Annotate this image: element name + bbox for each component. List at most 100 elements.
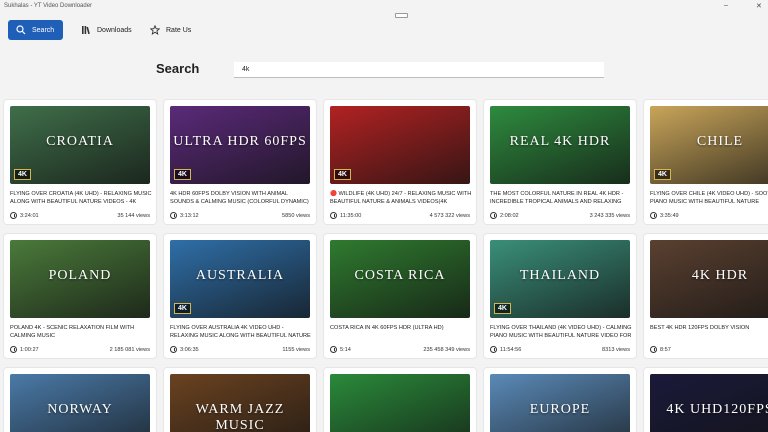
duration-text: 3:13:12 (180, 212, 199, 219)
view-count: 35 144 views (117, 212, 150, 219)
resolution-badge: 4K (334, 169, 351, 180)
duration: 3:13:12 (170, 212, 199, 219)
search-heading: Search (156, 61, 200, 76)
duration: 3:06:35 (170, 346, 199, 353)
clock-icon (490, 346, 497, 353)
thumbnail-label: 4K HDR (691, 268, 749, 283)
video-title: FLYING OVER CROATIA (4K UHD) - RELAXING … (10, 191, 152, 205)
clock-icon (10, 212, 17, 219)
video-card[interactable]: CROATIA 4K FLYING OVER CROATIA (4K UHD) - … (4, 100, 156, 224)
video-card[interactable]: COSTA RICA COSTA RICA IN 4K 60FPS HDR (UL… (324, 234, 476, 358)
video-thumbnail[interactable]: WARM JAZZ MUSIC (170, 374, 310, 432)
video-title: COSTA RICA IN 4K 60FPS HDR (ULTRA HD) (330, 325, 444, 331)
video-card[interactable]: CHILE 4K FLYING OVER CHILE (4K VIDEO UHD) … (644, 100, 768, 224)
video-thumbnail[interactable] (330, 374, 470, 432)
resolution-badge: 4K (174, 303, 191, 314)
video-meta: 1:00:27 2 185 081 views (10, 346, 150, 353)
video-meta: 3:35:49168 (650, 212, 768, 219)
video-card[interactable]: POLAND POLAND 4K - SCENIC RELAXATION FILM… (4, 234, 156, 358)
thumbnail-label: 4K UHD120FPS (666, 402, 768, 417)
video-meta: 3:06:35 1155 views (170, 346, 310, 353)
library-icon (81, 25, 91, 35)
duration-text: 5:14 (340, 346, 351, 353)
nav-rate-button[interactable]: Rate Us (142, 20, 199, 40)
video-thumbnail[interactable]: REAL 4K HDR (490, 106, 630, 184)
video-thumbnail[interactable]: CHILE 4K (650, 106, 768, 184)
duration: 8:57 (650, 346, 671, 353)
nav-search-button[interactable]: Search (8, 20, 63, 40)
thumbnail-label: THAILAND (519, 268, 601, 283)
duration-text: 8:57 (660, 346, 671, 353)
duration: 2:08:02 (490, 212, 519, 219)
video-card[interactable]: ULTRA HDR 60FPS 4K 4K HDR 60FPS DOLBY VISI… (164, 100, 316, 224)
video-thumbnail[interactable]: THAILAND 4K (490, 240, 630, 318)
duration-text: 11:35:00 (340, 212, 362, 219)
video-card[interactable]: NORWAY (4, 368, 156, 432)
video-card[interactable]: THAILAND 4K FLYING OVER THAILAND (4K VIDEO… (484, 234, 636, 358)
video-card[interactable]: 4K 🔴 WILDLIFE (4K UHD) 24/7 - RELAXING MU… (324, 100, 476, 224)
search-input[interactable] (234, 62, 604, 78)
video-card[interactable] (324, 368, 476, 432)
video-thumbnail[interactable]: POLAND (10, 240, 150, 318)
duration: 11:35:00 (330, 212, 361, 219)
resolution-badge: 4K (654, 169, 671, 180)
video-title: FLYING OVER AUSTRALIA 4K VIDEO UHD - REL… (170, 325, 311, 339)
video-thumbnail[interactable]: COSTA RICA (330, 240, 470, 318)
clock-icon (10, 346, 17, 353)
duration: 11:54:56 (490, 346, 521, 353)
duration-text: 2:08:02 (500, 212, 519, 219)
thumbnail-label: REAL 4K HDR (509, 134, 611, 149)
nav-downloads-label: Downloads (97, 26, 132, 34)
duration: 5:14 (330, 346, 351, 353)
resolution-badge: 4K (14, 169, 31, 180)
video-meta: 5:14 235 458 349 views (330, 346, 470, 353)
duration: 3:35:49 (650, 212, 679, 219)
video-card[interactable]: WARM JAZZ MUSIC (164, 368, 316, 432)
video-meta: 8:57798 923 (650, 346, 768, 353)
video-thumbnail[interactable]: ULTRA HDR 60FPS 4K (170, 106, 310, 184)
video-card[interactable]: REAL 4K HDR THE MOST COLORFUL NATURE IN R… (484, 100, 636, 224)
video-meta: 3:13:12 5850 views (170, 212, 310, 219)
top-nav: Search Downloads Rate Us (0, 20, 768, 42)
video-title: THE MOST COLORFUL NATURE IN REAL 4K HDR … (490, 191, 624, 205)
thumbnail-label: CHILE (696, 134, 744, 149)
video-thumbnail[interactable]: CROATIA 4K (10, 106, 150, 184)
video-thumbnail[interactable]: EUROPE (490, 374, 630, 432)
view-count: 3 243 335 views (589, 212, 630, 219)
view-count: 235 458 349 views (423, 346, 470, 353)
window-title: Sukhalas - YT Video Downloader (4, 3, 93, 9)
video-meta: 3:24:01 35 144 views (10, 212, 150, 219)
thumbnail-label: POLAND (48, 268, 112, 283)
video-meta: 11:35:00 4 573 322 views (330, 212, 470, 219)
clock-icon (650, 212, 657, 219)
close-icon[interactable]: ✕ (756, 2, 762, 10)
duration-text: 11:54:56 (500, 346, 522, 353)
video-card[interactable]: 4K UHD120FPS (644, 368, 768, 432)
video-thumbnail[interactable]: 4K UHD120FPS (650, 374, 768, 432)
video-card[interactable]: 4K HDR BEST 4K HDR 120FPS DOLBY VISION 8:5… (644, 234, 768, 358)
duration-text: 3:24:01 (20, 212, 39, 219)
thumbnail-label: EUROPE (529, 402, 591, 417)
video-card[interactable]: AUSTRALIA 4K FLYING OVER AUSTRALIA 4K VIDE… (164, 234, 316, 358)
video-thumbnail[interactable]: 4K HDR (650, 240, 768, 318)
minimize-icon[interactable]: – (724, 2, 728, 9)
clock-icon (650, 346, 657, 353)
nav-downloads-button[interactable]: Downloads (73, 20, 140, 40)
video-card[interactable]: EUROPE (484, 368, 636, 432)
thumbnail-label: CROATIA (46, 134, 114, 149)
star-icon (150, 25, 160, 35)
clock-icon (330, 212, 337, 219)
view-count: 2 185 081 views (109, 346, 150, 353)
clock-icon (330, 346, 337, 353)
video-thumbnail[interactable]: AUSTRALIA 4K (170, 240, 310, 318)
view-count: 4 573 322 views (429, 212, 470, 219)
video-title: POLAND 4K - SCENIC RELAXATION FILM WITH … (10, 325, 135, 339)
drag-handle[interactable] (395, 13, 408, 18)
resolution-badge: 4K (174, 169, 191, 180)
duration-text: 1:00:27 (20, 346, 39, 353)
title-bar: Sukhalas - YT Video Downloader – ✕ (0, 0, 768, 18)
video-title: BEST 4K HDR 120FPS DOLBY VISION (650, 325, 750, 331)
duration-text: 3:35:49 (660, 212, 679, 219)
video-thumbnail[interactable]: 4K (330, 106, 470, 184)
video-thumbnail[interactable]: NORWAY (10, 374, 150, 432)
